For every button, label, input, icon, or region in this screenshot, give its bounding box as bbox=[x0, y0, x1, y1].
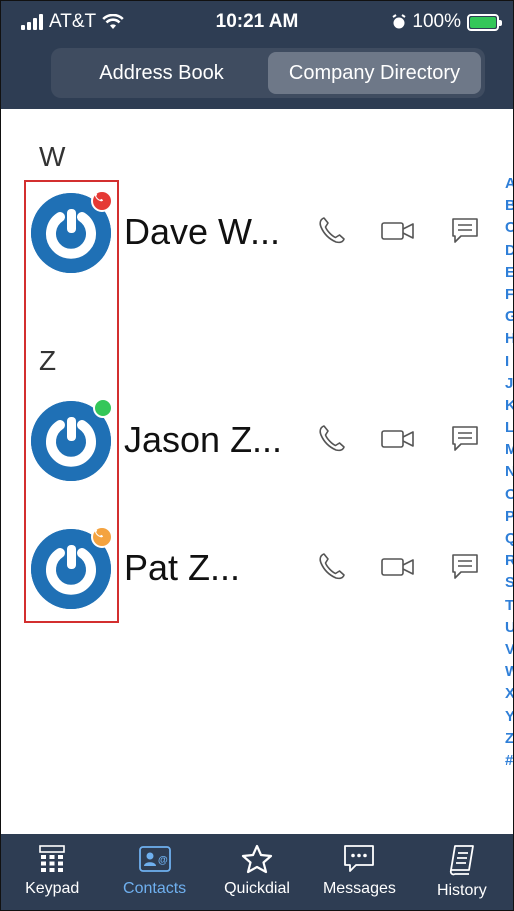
index-letter[interactable]: D bbox=[505, 240, 513, 262]
index-letter[interactable]: # bbox=[505, 750, 513, 772]
video-icon bbox=[381, 222, 414, 240]
video-call-button[interactable] bbox=[380, 421, 416, 457]
index-letter[interactable]: A bbox=[505, 173, 513, 195]
index-letter[interactable]: J bbox=[505, 373, 513, 395]
message-button[interactable] bbox=[447, 549, 483, 585]
phone-small-icon bbox=[94, 528, 104, 538]
presence-badge bbox=[91, 526, 113, 548]
call-button[interactable] bbox=[313, 421, 349, 457]
keypad-icon bbox=[39, 845, 66, 872]
index-letter[interactable]: W bbox=[505, 661, 513, 683]
phone-icon bbox=[319, 553, 345, 580]
tab-label: History bbox=[436, 882, 487, 899]
avatar bbox=[31, 526, 113, 609]
avatar bbox=[31, 398, 113, 481]
avatar bbox=[31, 190, 113, 273]
status-right: 100% bbox=[392, 11, 502, 33]
tab-quickdial[interactable]: Quickdial bbox=[206, 834, 308, 910]
contact-name: Pat Z... bbox=[124, 547, 241, 588]
directory-segmented-control: Address Book Company Directory bbox=[51, 48, 485, 98]
section-header-z: Z bbox=[39, 345, 57, 376]
battery-icon bbox=[467, 13, 502, 31]
tab-contacts[interactable]: @ Contacts bbox=[103, 834, 205, 910]
index-letter[interactable]: P bbox=[505, 506, 513, 528]
presence-badge bbox=[93, 398, 113, 418]
index-letter[interactable]: R bbox=[505, 550, 513, 572]
contact-name: Jason Z... bbox=[124, 419, 283, 460]
contact-row[interactable]: Dave W... bbox=[27, 190, 497, 283]
contact-row[interactable]: Jason Z... bbox=[27, 398, 497, 491]
chat-icon bbox=[452, 426, 478, 451]
index-letter[interactable]: S bbox=[505, 572, 513, 594]
index-letter[interactable]: Z bbox=[505, 728, 513, 750]
index-letter[interactable]: F bbox=[505, 284, 513, 306]
index-letter[interactable]: U bbox=[505, 617, 513, 639]
index-letter[interactable]: I bbox=[505, 351, 513, 373]
phone-icon bbox=[319, 217, 345, 244]
contact-name: Dave W... bbox=[124, 211, 281, 252]
index-letter[interactable]: B bbox=[505, 195, 513, 217]
tab-keypad[interactable]: Keypad bbox=[1, 834, 103, 910]
contacts-icon: @ bbox=[138, 846, 171, 872]
tab-bar: Keypad @ Contacts Quickdial Messages His… bbox=[1, 834, 513, 910]
star-icon bbox=[241, 844, 273, 874]
index-letter[interactable]: N bbox=[505, 461, 513, 483]
alarm-icon bbox=[392, 14, 406, 29]
tab-label: Contacts bbox=[123, 880, 187, 897]
segment-address-book[interactable]: Address Book bbox=[55, 52, 268, 94]
video-call-button[interactable] bbox=[380, 213, 416, 249]
index-letter[interactable]: C bbox=[505, 217, 513, 239]
messages-icon bbox=[344, 845, 375, 872]
index-letter[interactable]: E bbox=[505, 262, 513, 284]
svg-text:@: @ bbox=[158, 855, 168, 866]
phone-icon bbox=[319, 425, 345, 452]
status-bar: AT&T 10:21 AM 100% bbox=[1, 1, 513, 45]
index-letter[interactable]: M bbox=[505, 439, 513, 461]
tab-label: Quickdial bbox=[224, 880, 290, 897]
call-button[interactable] bbox=[313, 549, 349, 585]
presence-badge bbox=[91, 190, 113, 212]
segment-company-directory[interactable]: Company Directory bbox=[268, 52, 481, 94]
message-button[interactable] bbox=[447, 213, 483, 249]
index-letter[interactable]: L bbox=[505, 417, 513, 439]
tab-label: Messages bbox=[322, 880, 396, 897]
index-letter[interactable]: K bbox=[505, 395, 513, 417]
history-icon bbox=[449, 845, 474, 876]
chat-icon bbox=[452, 554, 478, 579]
index-letter[interactable]: O bbox=[505, 484, 513, 506]
index-letter[interactable]: Y bbox=[505, 706, 513, 728]
call-button[interactable] bbox=[313, 213, 349, 249]
index-letter[interactable]: G bbox=[505, 306, 513, 328]
phone-small-icon bbox=[94, 192, 104, 202]
tab-label: Keypad bbox=[25, 880, 80, 897]
message-button[interactable] bbox=[447, 421, 483, 457]
tab-messages[interactable]: Messages bbox=[308, 834, 410, 910]
chat-icon bbox=[452, 218, 478, 243]
index-letter[interactable]: T bbox=[505, 595, 513, 617]
tab-history[interactable]: History bbox=[411, 834, 513, 910]
section-header-w: W bbox=[39, 141, 66, 172]
header: AT&T 10:21 AM 100% Address Book Company … bbox=[1, 1, 513, 109]
video-icon bbox=[381, 558, 414, 576]
video-call-button[interactable] bbox=[380, 549, 416, 585]
index-letter[interactable]: Q bbox=[505, 528, 513, 550]
video-icon bbox=[381, 430, 414, 448]
alphabet-index: A B C D E F G H I J K L M N O P Q R S T … bbox=[505, 173, 513, 772]
index-letter[interactable]: V bbox=[505, 639, 513, 661]
contact-row[interactable]: Pat Z... bbox=[27, 526, 497, 619]
battery-percent: 100% bbox=[412, 11, 461, 32]
index-letter[interactable]: H bbox=[505, 328, 513, 350]
phone-screen: AT&T 10:21 AM 100% Address Book Company … bbox=[0, 0, 514, 911]
index-letter[interactable]: X bbox=[505, 683, 513, 705]
